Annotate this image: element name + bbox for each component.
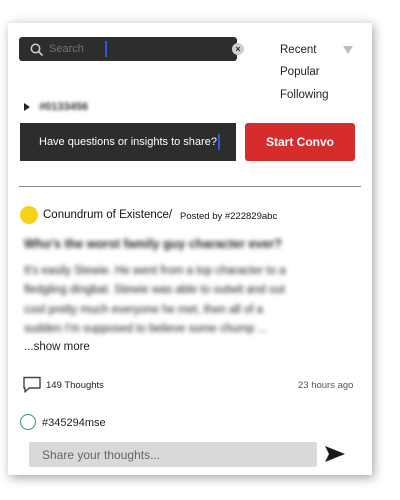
post-body-line: It's easily Stewie. He went from a top c… <box>24 265 286 277</box>
share-thoughts-input[interactable] <box>29 442 317 467</box>
post-topic[interactable]: Conundrum of Existence/ <box>43 209 172 221</box>
ask-input[interactable]: Have questions or insights to share? <box>20 123 236 161</box>
play-triangle-icon <box>24 103 30 112</box>
send-icon[interactable] <box>325 446 345 462</box>
posted-by[interactable]: Posted by #222829abc <box>180 211 277 222</box>
comment-icon[interactable] <box>22 376 42 394</box>
user-avatar-icon <box>20 414 36 430</box>
divider <box>19 186 361 187</box>
post-body-line: sudden I'm supposed to believe some chum… <box>24 323 268 335</box>
show-more-link[interactable]: ...show more <box>24 341 90 353</box>
thoughts-count[interactable]: 149 Thoughts <box>46 380 104 391</box>
clear-search-icon[interactable]: × <box>232 43 244 55</box>
tag-toggle[interactable]: #0133456 <box>24 101 88 113</box>
start-convo-button[interactable]: Start Convo <box>245 123 355 161</box>
post-title[interactable]: Who's the worst family guy character eve… <box>24 237 282 251</box>
post-timestamp: 23 hours ago <box>298 380 354 391</box>
search-bar[interactable]: × <box>19 37 244 61</box>
search-icon <box>30 43 44 57</box>
reply-username: #345294mse <box>42 417 106 429</box>
filter-following[interactable]: Following <box>280 89 329 101</box>
filter-recent[interactable]: Recent <box>280 44 316 56</box>
post-body-line: fledgling dingbat. Stewie was able to ou… <box>24 284 285 296</box>
post-body-line: cool pretty much everyone he met, then a… <box>24 304 264 316</box>
topic-dot-icon <box>20 206 38 224</box>
text-caret <box>217 134 220 150</box>
search-input[interactable] <box>49 40 209 58</box>
text-caret <box>105 41 107 57</box>
tag-label: #0133456 <box>39 101 89 114</box>
ask-text: Have questions or insights to share? <box>39 136 217 148</box>
filter-popular[interactable]: Popular <box>280 66 320 78</box>
dropdown-triangle-icon[interactable] <box>343 46 353 54</box>
